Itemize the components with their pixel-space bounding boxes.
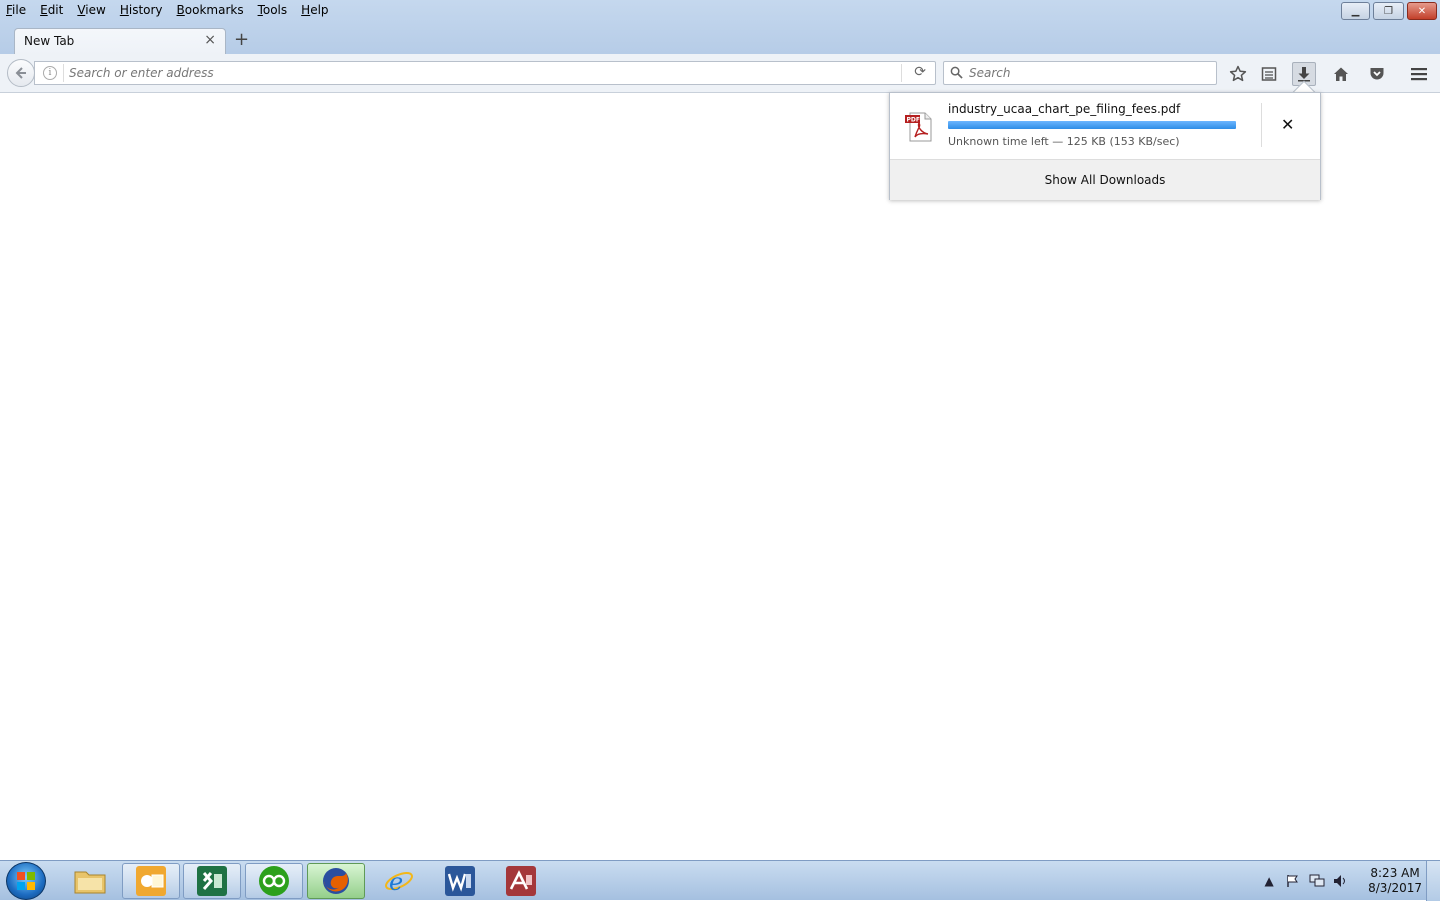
cancel-download-icon[interactable]: ✕ bbox=[1281, 115, 1294, 134]
clock-time: 8:23 AM bbox=[1370, 866, 1420, 880]
navigation-toolbar: i ⟳ bbox=[0, 54, 1440, 93]
system-tray: ▲ 8:23 AM 8/3/2017 bbox=[1260, 861, 1422, 901]
pdf-icon: PDF bbox=[905, 112, 932, 142]
search-icon bbox=[950, 66, 963, 79]
clock-date: 8/3/2017 bbox=[1368, 881, 1422, 895]
minimize-button[interactable]: ▁ bbox=[1341, 2, 1370, 20]
bookmarks-menu-button[interactable] bbox=[1257, 62, 1281, 86]
start-button[interactable] bbox=[6, 862, 46, 900]
search-bar[interactable] bbox=[943, 61, 1217, 85]
menu-history[interactable]: History bbox=[120, 3, 163, 17]
menu-help[interactable]: Help bbox=[301, 3, 328, 17]
home-icon bbox=[1334, 67, 1348, 81]
access-icon bbox=[506, 866, 536, 896]
show-all-downloads-button[interactable]: Show All Downloads bbox=[890, 159, 1320, 200]
taskbar-quickbooks[interactable] bbox=[245, 863, 303, 899]
firefox-icon bbox=[323, 868, 349, 894]
taskbar: e ▲ 8:23 AM 8/3/2017 bbox=[0, 860, 1440, 901]
reload-divider bbox=[901, 64, 902, 82]
site-info-icon[interactable]: i bbox=[43, 66, 57, 80]
tab-title: New Tab bbox=[24, 34, 75, 48]
menu-file[interactable]: File bbox=[6, 3, 26, 17]
system-clock[interactable]: 8:23 AM 8/3/2017 bbox=[1368, 866, 1422, 896]
pdf-icon-label: PDF bbox=[907, 117, 920, 124]
show-hidden-icons-icon[interactable]: ▲ bbox=[1260, 872, 1278, 890]
svg-text:e: e bbox=[389, 868, 403, 896]
download-progress-fill bbox=[948, 121, 1236, 129]
taskbar-internet-explorer[interactable]: e bbox=[370, 863, 428, 899]
pocket-icon bbox=[1370, 68, 1384, 80]
bookmarks-list-icon bbox=[1261, 67, 1277, 81]
taskbar-firefox[interactable] bbox=[307, 863, 365, 899]
urlbar-divider bbox=[63, 64, 64, 82]
tab-new-tab[interactable]: New Tab × bbox=[14, 28, 226, 55]
home-button[interactable] bbox=[1329, 62, 1353, 86]
address-input[interactable] bbox=[69, 65, 889, 81]
menu-view[interactable]: View bbox=[77, 3, 105, 17]
close-icon: ✕ bbox=[1417, 5, 1427, 17]
back-arrow-icon bbox=[15, 67, 26, 79]
back-button[interactable] bbox=[7, 59, 35, 87]
download-filename: industry_ucaa_chart_pe_filing_fees.pdf bbox=[948, 102, 1181, 116]
hamburger-menu-button[interactable] bbox=[1407, 62, 1431, 86]
internet-explorer-icon: e bbox=[385, 868, 413, 896]
excel-icon bbox=[197, 866, 227, 896]
download-divider bbox=[1261, 103, 1262, 147]
folder-icon bbox=[74, 871, 106, 894]
taskbar-excel[interactable] bbox=[183, 863, 241, 899]
window-titlebar: File Edit View History Bookmarks Tools H… bbox=[0, 0, 1440, 55]
restore-button[interactable]: ❐ bbox=[1373, 2, 1404, 20]
taskbar-outlook[interactable] bbox=[122, 863, 180, 899]
download-status: Unknown time left — 125 KB (153 KB/sec) bbox=[948, 135, 1180, 148]
hamburger-icon bbox=[1411, 68, 1427, 81]
menu-tools[interactable]: Tools bbox=[258, 3, 288, 17]
menu-bar: File Edit View History Bookmarks Tools H… bbox=[0, 0, 343, 20]
minimize-icon: ▁ bbox=[1351, 5, 1360, 17]
taskbar-word[interactable] bbox=[431, 863, 489, 899]
outlook-icon bbox=[136, 866, 166, 896]
downloads-panel: PDF industry_ucaa_chart_pe_filing_fees.p… bbox=[889, 92, 1321, 200]
pocket-button[interactable] bbox=[1365, 62, 1389, 86]
close-window-button[interactable]: ✕ bbox=[1407, 2, 1437, 20]
menu-edit[interactable]: Edit bbox=[40, 3, 63, 17]
menu-bookmarks[interactable]: Bookmarks bbox=[177, 3, 244, 17]
reload-icon[interactable]: ⟳ bbox=[914, 64, 926, 80]
word-icon bbox=[445, 866, 475, 896]
search-input[interactable] bbox=[969, 65, 1209, 81]
taskbar-access[interactable] bbox=[492, 863, 550, 899]
network-icon[interactable] bbox=[1308, 872, 1326, 890]
new-tab-plus-icon[interactable]: + bbox=[234, 30, 249, 50]
quickbooks-icon bbox=[259, 866, 289, 896]
bookmark-star-button[interactable] bbox=[1226, 62, 1250, 86]
star-icon bbox=[1229, 65, 1247, 82]
volume-icon[interactable] bbox=[1332, 872, 1350, 890]
show-desktop-button[interactable] bbox=[1426, 861, 1440, 901]
tab-close-icon[interactable]: × bbox=[204, 32, 216, 48]
address-bar[interactable]: i ⟳ bbox=[34, 61, 936, 85]
download-arrow-icon bbox=[1298, 67, 1310, 82]
restore-icon: ❐ bbox=[1384, 5, 1393, 17]
taskbar-file-explorer[interactable] bbox=[61, 863, 119, 899]
windows-logo-icon bbox=[17, 872, 35, 890]
download-progress-bar bbox=[948, 121, 1236, 129]
action-center-flag-icon[interactable] bbox=[1284, 872, 1302, 890]
